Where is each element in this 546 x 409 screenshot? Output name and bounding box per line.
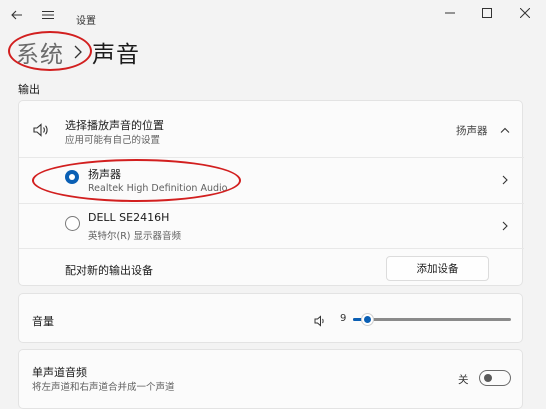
selected-output-value: 扬声器 [456, 125, 488, 137]
mono-audio-card: 单声道音频 将左声道和右声道合并成一个声道 关 [18, 349, 523, 409]
breadcrumb: 系统 声音 [16, 34, 140, 70]
speaker-icon [33, 122, 49, 141]
mono-audio-subtitle: 将左声道和右声道合并成一个声道 [32, 382, 175, 393]
choose-output-title: 选择播放声音的位置 [65, 119, 164, 132]
radio-button-selected[interactable] [65, 170, 79, 184]
volume-label: 音量 [32, 315, 54, 328]
mono-audio-toggle[interactable] [479, 370, 511, 386]
chevron-right-icon [66, 40, 90, 64]
maximize-icon[interactable] [467, 2, 507, 24]
chevron-up-icon[interactable] [499, 124, 511, 136]
mono-audio-title: 单声道音频 [32, 366, 87, 379]
device-description: Realtek High Definition Audio [88, 183, 228, 194]
pair-new-output-row: 配对新的输出设备 添加设备 [19, 249, 524, 287]
add-device-button[interactable]: 添加设备 [386, 256, 489, 281]
title-bar: 设置 [0, 0, 546, 30]
menu-icon[interactable] [38, 5, 58, 25]
slider-thumb[interactable] [360, 313, 374, 326]
choose-output-subtitle: 应用可能有自己的设置 [65, 135, 161, 146]
choose-output-row[interactable]: 选择播放声音的位置 应用可能有自己的设置 扬声器 [19, 101, 524, 157]
slider-track[interactable] [353, 318, 511, 321]
minimize-icon[interactable] [430, 2, 470, 24]
chevron-right-icon[interactable] [499, 174, 511, 186]
chevron-right-icon[interactable] [499, 220, 511, 232]
breadcrumb-parent-link[interactable]: 系统 [16, 35, 64, 69]
page-title: 声音 [92, 42, 140, 68]
pair-new-output-label: 配对新的输出设备 [65, 264, 153, 277]
output-device-row[interactable]: DELL SE2416H 英特尔(R) 显示器音频 [19, 204, 524, 248]
output-card: 选择播放声音的位置 应用可能有自己的设置 扬声器 扬声器 Realtek Hig… [18, 100, 524, 287]
close-icon[interactable] [505, 2, 545, 24]
back-arrow-icon[interactable] [7, 5, 27, 25]
device-name: 扬声器 [88, 168, 121, 181]
output-device-row[interactable]: 扬声器 Realtek High Definition Audio [19, 158, 524, 203]
volume-card: 音量 9 [18, 293, 523, 343]
section-label-output: 输出 [18, 83, 40, 96]
radio-button[interactable] [65, 216, 80, 231]
device-name: DELL SE2416H [88, 211, 170, 224]
volume-speaker-icon[interactable] [314, 312, 326, 331]
device-description: 英特尔(R) 显示器音频 [88, 231, 182, 242]
window-title: 设置 [76, 16, 96, 27]
volume-value: 9 [340, 313, 347, 324]
toggle-state-label: 关 [458, 374, 469, 386]
